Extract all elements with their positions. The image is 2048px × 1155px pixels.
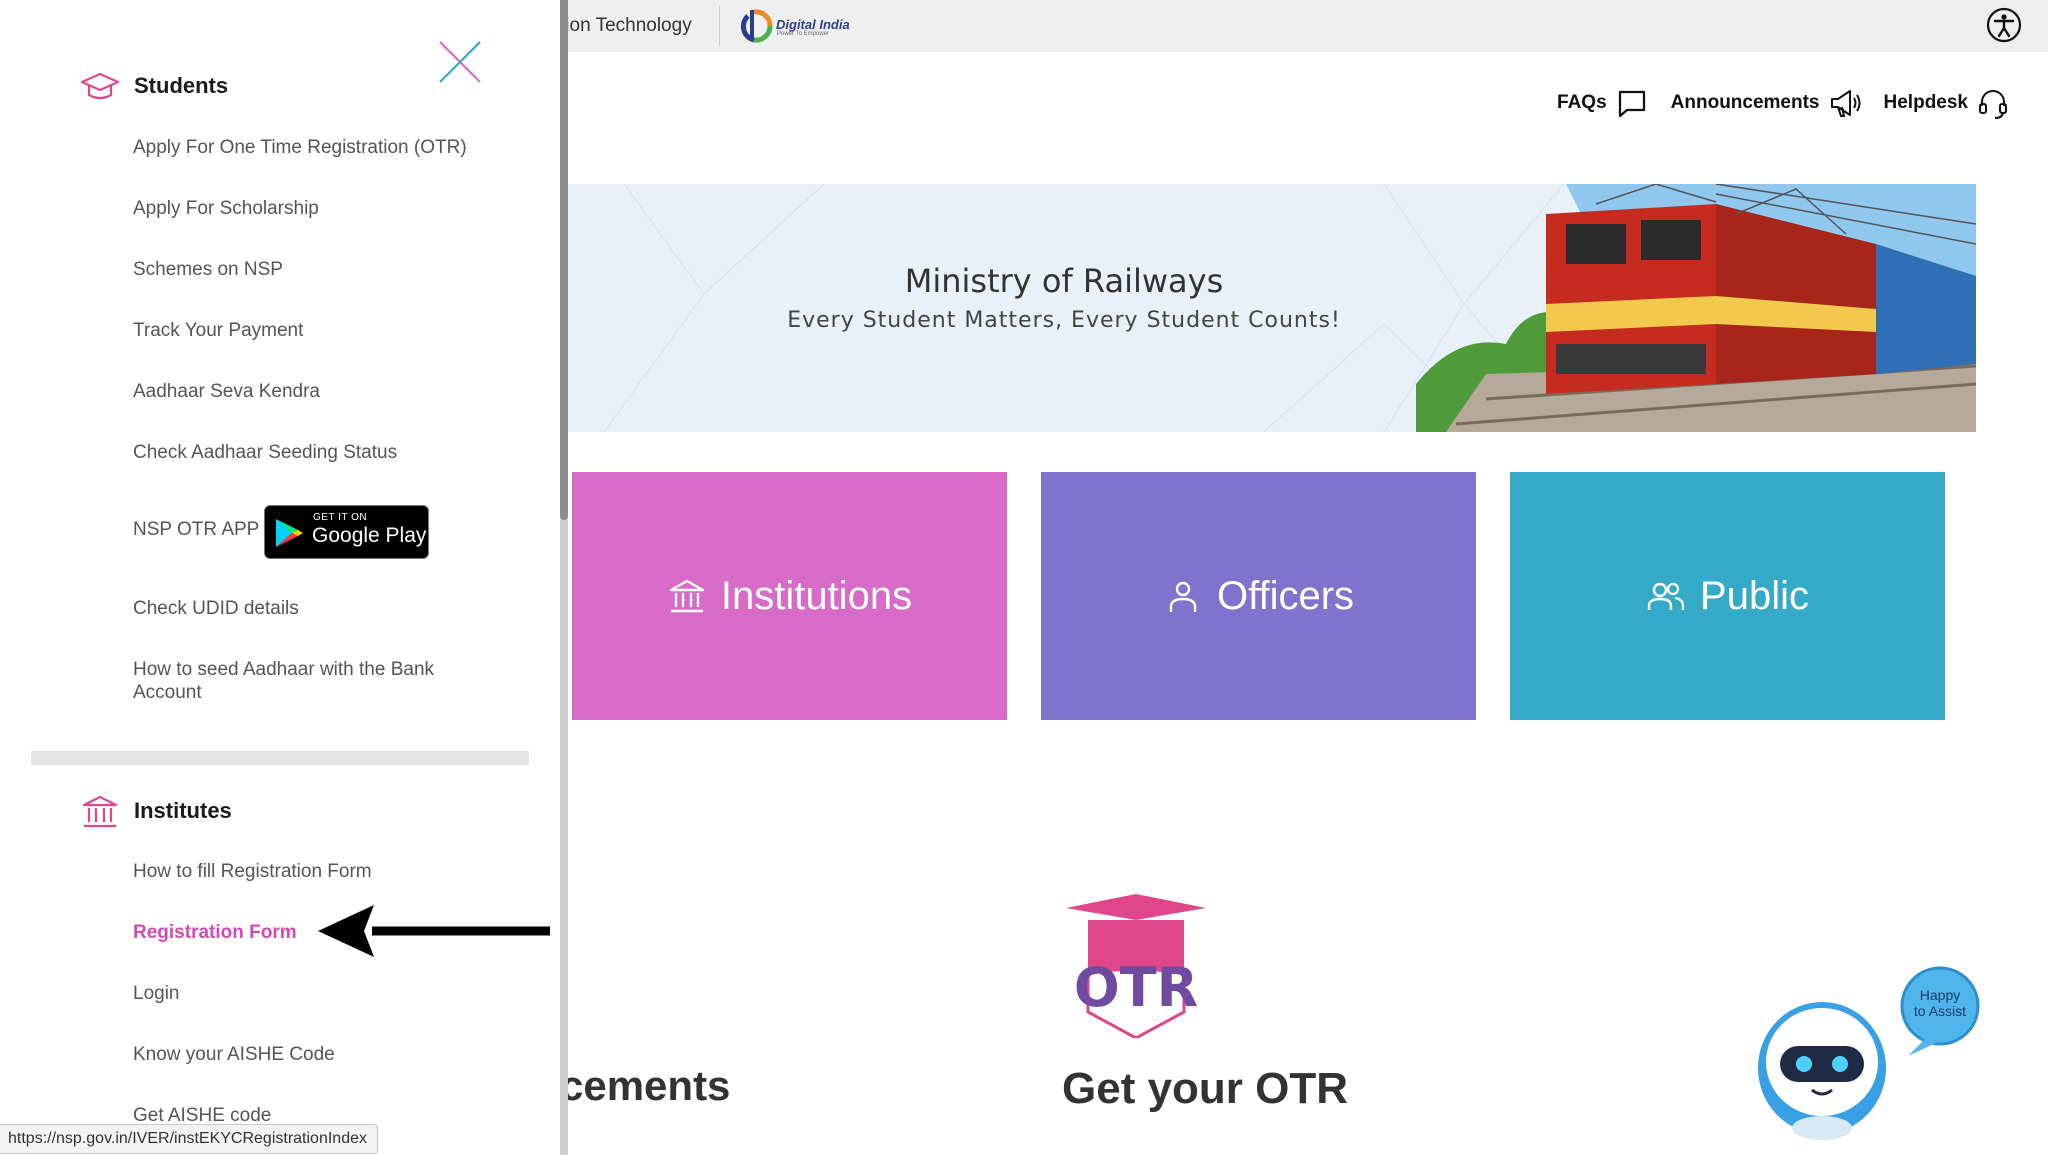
menu-item-apply-otr[interactable]: Apply For One Time Registration (OTR) <box>133 136 467 159</box>
train-illustration <box>1416 184 1976 432</box>
menu-item-track-payment[interactable]: Track Your Payment <box>133 319 303 342</box>
institutes-heading: Institutes <box>80 793 232 829</box>
institutes-heading-label: Institutes <box>134 798 232 823</box>
megaphone-icon <box>1830 90 1861 117</box>
bot-bubble-text: Happy <box>1920 987 1960 1003</box>
header-links: FAQs Announcements Helpdesk <box>1557 86 2010 120</box>
otr-logo-text: OTR <box>1074 956 1198 1019</box>
students-heading-label: Students <box>134 73 229 98</box>
institutions-label: Institutions <box>720 573 913 618</box>
otr-title: Get your OTR <box>1062 1064 1349 1113</box>
google-play-store-text: Google Play <box>312 524 427 547</box>
bank-icon <box>82 795 118 828</box>
menu-item-nsp-otr-app: NSP OTR APP <box>133 519 260 540</box>
institutions-tile[interactable]: Institutions <box>572 472 1007 720</box>
accessibility-icon[interactable] <box>1986 7 2022 43</box>
headset-icon <box>1979 90 2007 119</box>
students-heading: Students <box>80 68 228 104</box>
menu-item-registration-form[interactable]: Registration Form <box>133 921 297 944</box>
digital-india-tagline: Power To Empower <box>777 31 829 37</box>
person-icon <box>1169 581 1197 612</box>
helpdesk-label: Helpdesk <box>1883 92 1968 113</box>
graduation-cap-icon <box>80 72 120 100</box>
menu-item-seed-aadhaar-bank[interactable]: How to seed Aadhaar with the Bank Accoun… <box>133 658 473 704</box>
menu-item-schemes[interactable]: Schemes on NSP <box>133 258 283 281</box>
public-tile[interactable]: Public <box>1510 472 1945 720</box>
section-divider <box>31 751 529 765</box>
announcements-label: Announcements <box>1670 92 1820 113</box>
menu-item-apply-scholarship[interactable]: Apply For Scholarship <box>133 197 319 220</box>
bot-bubble-text-2: to Assist <box>1914 1003 1966 1019</box>
status-bar-url: https://nsp.gov.in/IVER/instEKYCRegistra… <box>0 1124 378 1154</box>
helpdesk-link[interactable]: Helpdesk <box>1884 86 2010 120</box>
pointer-arrow-icon <box>318 905 550 957</box>
digital-india-logo[interactable]: Digital India Power To Empower <box>740 6 850 46</box>
banner-subtitle: Every Student Matters, Every Student Cou… <box>787 308 1341 333</box>
hero-banner: Ministry of Railways Every Student Matte… <box>564 184 1976 432</box>
divider <box>719 6 720 46</box>
otr-logo: OTR <box>1066 894 1206 1038</box>
menu-item-how-to-fill[interactable]: How to fill Registration Form <box>133 860 372 883</box>
menu-item-aadhaar-seva[interactable]: Aadhaar Seva Kendra <box>133 380 320 403</box>
officers-tile[interactable]: Officers <box>1041 472 1476 720</box>
people-icon <box>1647 582 1685 610</box>
drawer-scrollbar[interactable] <box>560 0 568 520</box>
google-play-small-text: GET IT ON <box>313 512 368 523</box>
banner-title: Ministry of Railways <box>904 262 1224 300</box>
side-drawer: Students Apply For One Time Registration… <box>0 0 560 1155</box>
chatbot-assistant[interactable]: Happy to Assist <box>1750 958 1990 1140</box>
bank-icon <box>669 579 705 613</box>
menu-item-know-aishe[interactable]: Know your AISHE Code <box>133 1043 335 1066</box>
google-play-icon <box>276 519 303 547</box>
faqs-link[interactable]: FAQs <box>1557 86 1649 120</box>
digital-india-title: Digital India <box>776 17 850 32</box>
officers-label: Officers <box>1216 573 1355 618</box>
announcements-heading: cements <box>560 1062 731 1109</box>
ministry-name: tion Technology <box>560 15 692 36</box>
announcements-link[interactable]: Announcements <box>1671 86 1862 120</box>
faqs-label: FAQs <box>1557 92 1607 113</box>
public-label: Public <box>1700 573 1809 618</box>
menu-item-login[interactable]: Login <box>133 982 180 1005</box>
menu-item-aadhaar-seeding[interactable]: Check Aadhaar Seeding Status <box>133 441 397 464</box>
google-play-badge[interactable]: GET IT ON Google Play <box>264 505 429 559</box>
digital-india-emblem-icon <box>740 9 773 43</box>
close-icon[interactable] <box>436 38 484 86</box>
menu-item-check-udid[interactable]: Check UDID details <box>133 597 299 620</box>
chat-icon <box>1618 90 1645 118</box>
